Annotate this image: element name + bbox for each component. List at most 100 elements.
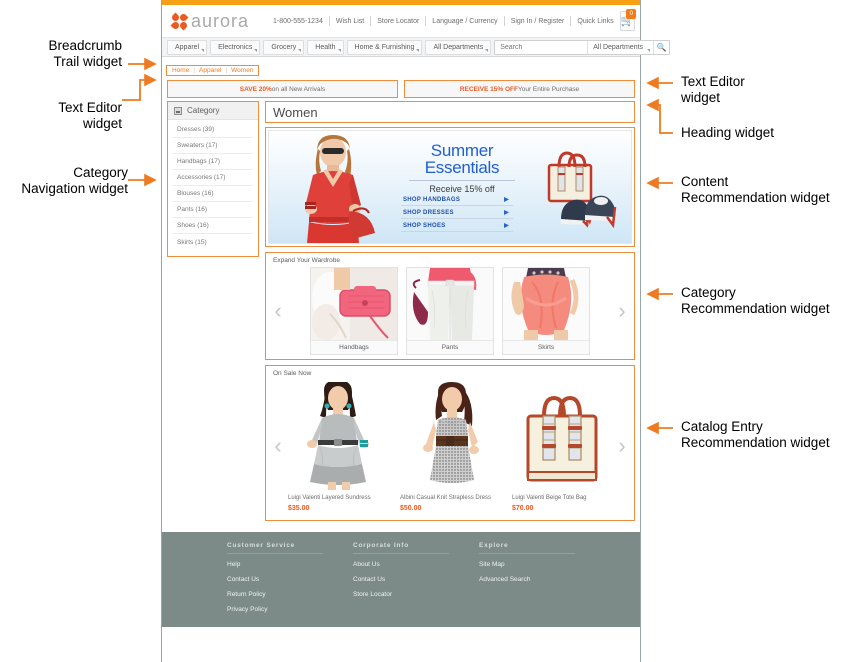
category-carousel-items: Handbags — [288, 267, 612, 355]
chevron-right-icon: ▶ — [504, 222, 509, 229]
breadcrumb-item-home[interactable]: Home — [172, 67, 189, 74]
product-card-strapless-dress[interactable]: Albini Casual Knit Strapless Dress $50.0… — [400, 380, 500, 512]
promo-bold-text: RECEIVE 15% OFF — [460, 86, 518, 93]
footer-link-about-us[interactable]: About Us — [353, 561, 449, 568]
breadcrumb-item-apparel[interactable]: Apparel — [199, 67, 221, 74]
footer-link-contact-us[interactable]: Contact Us — [353, 576, 449, 583]
product-price: $50.00 — [400, 505, 500, 512]
chevron-right-icon: ▶ — [504, 209, 509, 216]
breadcrumb: Home | Apparel | Women — [166, 65, 259, 76]
page-body: Category Dresses (39) Sweaters (17) Hand… — [162, 101, 640, 526]
breadcrumb-separator: | — [193, 67, 195, 74]
annotation-content-recommendation: Content Recommendation widget — [681, 174, 849, 206]
product-price: $70.00 — [512, 505, 612, 512]
nav-item-grocery[interactable]: Grocery — [263, 40, 304, 55]
category-item-sweaters[interactable]: Sweaters (17) — [173, 138, 253, 154]
category-item-dresses[interactable]: Dresses (39) — [173, 122, 253, 138]
footer-column-corporate-info: Corporate Info About Us Contact Us Store… — [353, 542, 449, 627]
nav-item-electronics[interactable]: Electronics — [210, 40, 260, 55]
shoes-image — [557, 185, 619, 229]
nav-item-apparel[interactable]: Apparel — [167, 40, 207, 55]
page-title: Women — [273, 105, 318, 120]
chevron-left-icon[interactable]: ‹ — [268, 300, 288, 322]
site-header: aurora 1-800-555-1234 Wish List Store Lo… — [162, 5, 640, 37]
promo-banner-save-20: SAVE 20% on all New Arrivals — [167, 80, 398, 98]
utility-link-quick-links[interactable]: Quick Links — [571, 18, 619, 25]
footer-column-title: Explore — [479, 542, 575, 554]
nav-item-home-furnishing[interactable]: Home & Furnishing — [347, 40, 423, 55]
chevron-right-icon[interactable]: › — [612, 435, 632, 457]
chevron-right-icon: ▶ — [504, 196, 509, 203]
category-header-label: Category — [187, 106, 219, 115]
category-item-accessories[interactable]: Accessories (17) — [173, 170, 253, 186]
promo-row: SAVE 20% on all New Arrivals RECEIVE 15%… — [162, 78, 640, 101]
category-list: Dresses (39) Sweaters (17) Handbags (17)… — [168, 120, 258, 256]
product-carousel-title: On Sale Now — [268, 369, 632, 380]
footer-link-advanced-search[interactable]: Advanced Search — [479, 576, 575, 583]
annotation-text-editor-left: Text Editor widget — [10, 100, 122, 132]
footer-column-explore: Explore Site Map Advanced Search — [479, 542, 575, 627]
footer-column-customer-service: Customer Service Help Contact Us Return … — [227, 542, 323, 627]
product-name: Luigi Valenti Beige Tote Bag — [512, 494, 612, 502]
chevron-right-icon[interactable]: › — [612, 300, 632, 322]
category-carousel-title: Expand Your Wardrobe — [268, 256, 632, 267]
category-carousel-body: ‹ — [268, 267, 632, 355]
annotation-category-recommendation: Category Recommendation widget — [681, 285, 849, 317]
chevron-left-icon[interactable]: ‹ — [268, 435, 288, 457]
footer-link-site-map[interactable]: Site Map — [479, 561, 575, 568]
hero-link-shop-dresses[interactable]: SHOP DRESSES ▶ — [401, 206, 513, 219]
heading-widget: Women — [265, 101, 635, 123]
catalog-entry-recommendation-widget: On Sale Now ‹ — [265, 365, 635, 521]
category-card-pants[interactable]: Pants — [406, 267, 494, 355]
product-carousel-body: ‹ — [268, 380, 632, 512]
product-card-tote-bag[interactable]: Luigi Valenti Beige Tote Bag $70.00 — [512, 380, 612, 512]
category-item-shoes[interactable]: Shoes (16) — [173, 218, 253, 234]
mini-cart-button[interactable]: 🛒 0 — [620, 11, 636, 31]
left-column: Category Dresses (39) Sweaters (17) Hand… — [167, 101, 259, 257]
nav-item-all-departments[interactable]: All Departments — [425, 40, 491, 55]
product-name: Albini Casual Knit Strapless Dress — [400, 494, 500, 502]
category-card-skirts[interactable]: Skirts — [502, 267, 590, 355]
hero-link-shop-handbags[interactable]: SHOP HANDBAGS ▶ — [401, 193, 513, 206]
category-item-pants[interactable]: Pants (16) — [173, 202, 253, 218]
category-recommendation-widget: Expand Your Wardrobe ‹ — [265, 252, 635, 360]
category-image — [311, 268, 397, 340]
hero-title-line2: Essentials — [397, 160, 527, 177]
product-name: Luigi Valenti Layered Sundress — [288, 494, 388, 502]
content-recommendation-widget: Summer Essentials Receive 15% off SHOP H… — [265, 127, 635, 247]
footer-link-store-locator[interactable]: Store Locator — [353, 591, 449, 598]
annotation-heading-widget: Heading widget — [681, 125, 846, 141]
hero-divider — [409, 180, 515, 181]
category-card-handbags[interactable]: Handbags — [310, 267, 398, 355]
category-card-label: Skirts — [503, 340, 589, 354]
utility-link-store-locator[interactable]: Store Locator — [371, 18, 425, 25]
search-icon[interactable]: 🔍 — [653, 41, 669, 54]
promo-bold-text: SAVE 20% — [240, 86, 272, 93]
right-column: Women — [265, 101, 635, 526]
nav-item-health[interactable]: Health — [307, 40, 343, 55]
site-logo[interactable]: aurora — [172, 11, 249, 32]
product-carousel-items: Luigi Valenti Layered Sundress $35.00 — [288, 380, 612, 512]
collapse-icon[interactable] — [174, 107, 182, 115]
annotation-breadcrumb-trail: Breadcrumb Trail widget — [10, 38, 122, 70]
product-card-sundress[interactable]: Luigi Valenti Layered Sundress $35.00 — [288, 380, 388, 512]
category-item-handbags[interactable]: Handbags (17) — [173, 154, 253, 170]
footer-link-return-policy[interactable]: Return Policy — [227, 591, 323, 598]
hero-banner[interactable]: Summer Essentials Receive 15% off SHOP H… — [268, 130, 632, 244]
category-item-skirts[interactable]: Skirts (15) — [173, 234, 253, 250]
search-input[interactable] — [495, 41, 587, 54]
breadcrumb-item-women[interactable]: Women — [231, 67, 253, 74]
hero-link-shop-shoes[interactable]: SHOP SHOES ▶ — [401, 219, 513, 232]
clover-icon — [172, 14, 187, 29]
search-department-select[interactable]: All Departments — [587, 41, 653, 54]
utility-link-wish-list[interactable]: Wish List — [330, 18, 370, 25]
category-card-label: Pants — [407, 340, 493, 354]
category-header[interactable]: Category — [168, 102, 258, 120]
category-item-blouses[interactable]: Blouses (16) — [173, 186, 253, 202]
footer-link-privacy-policy[interactable]: Privacy Policy — [227, 606, 323, 613]
utility-link-language-currency[interactable]: Language / Currency — [426, 18, 503, 25]
utility-link-sign-in-register[interactable]: Sign In / Register — [505, 18, 571, 25]
category-card-label: Handbags — [311, 340, 397, 354]
footer-link-contact-us[interactable]: Contact Us — [227, 576, 323, 583]
footer-link-help[interactable]: Help — [227, 561, 323, 568]
